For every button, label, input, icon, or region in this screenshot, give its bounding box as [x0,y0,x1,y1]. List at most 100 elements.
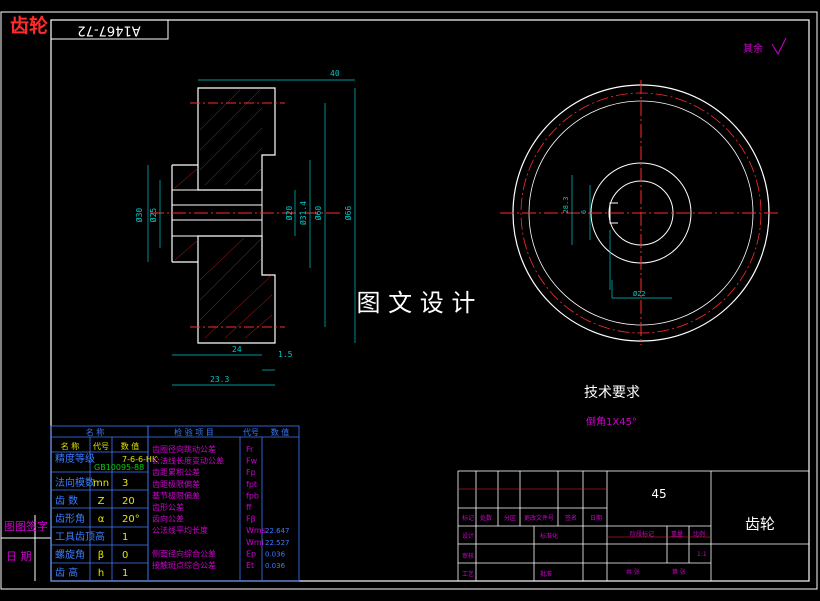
section-dimensions [147,79,356,386]
tol-name: 接触斑点综合公差 [152,560,216,570]
title-mark: 齿轮 [10,14,48,37]
tb-row-label: 标记 [462,514,474,522]
title-block-labels: 标记 处数 分区 更改文件号 签名 日期设计 标准化审核工艺 批准 阶段标记 重量 比例 1:1 共 张… [462,514,707,578]
tol-value: 0.036 [265,562,286,570]
tol-header-name: 检 验 项 目 [174,427,214,437]
dim-bore2: Ø22 [633,290,646,298]
title-block-red-lines [458,488,711,538]
engineering-drawing: 图图签字 日 期 齿轮 A1467-72 其余 Ø30 Ø25 Ø20 Ø31.… [0,11,818,590]
tol-code: Et [246,561,254,570]
tol-code: ff [246,503,252,512]
dim-d2: Ø66 [343,206,353,221]
tol-code: Fw [246,457,258,466]
param-code: α [98,514,105,525]
tol-name: 公法线长度变动公差 [152,456,224,466]
drawing-no: A1467-72 [77,23,140,38]
param-name: 精度等级 [55,452,95,465]
tech-req-item: 倒角1X45° [586,416,637,428]
param-name: 齿 数 [55,494,78,507]
tol-value: 22.527 [265,539,290,547]
tol-code: Wms [246,526,266,535]
tb-scale-value: 1:1 [697,551,707,558]
dim-d4: Ø25 [148,208,158,223]
tol-name: 齿圈径向跳动公差 [152,444,216,454]
tb-review: 审核 [462,552,474,560]
dim-w3: 23.3 [210,375,229,384]
dim-kw: 6 [580,210,588,214]
tol-name: 基节极限偏差 [152,490,200,500]
param-code: mn [93,478,109,489]
param-value: 0 [122,550,128,561]
tb-design: 设计 [462,532,474,540]
dim-kd: 28.3 [562,197,570,214]
tol-header-code: 代号 [243,427,259,437]
param-name: 法向模数 [55,476,95,489]
params-header-value: 数 值 [121,441,140,451]
tol-name: 齿距极限偏差 [152,479,200,489]
tb-row-label: 分区 [504,514,516,522]
side-label-a: 图图签字 [4,519,48,533]
watermark: 图 文 设 计 [357,289,476,317]
roughness-icon [771,37,787,56]
dim-c1: 1.5 [278,350,293,359]
tol-name: 公法线平均长度 [152,525,208,535]
tb-sheets: 共 张 [626,568,640,576]
tb-weight: 重量 [671,530,683,538]
params-header-name: 名 称 [61,441,80,451]
side-label-b: 日 期 [6,550,32,563]
dim-w2: 24 [232,345,242,354]
param-rows: 名 称代号数 值精度等级 7-6-6-HKGB10095-88法向模数mn 3齿 数… [55,441,158,579]
dim-side1: Ø31.4 [298,201,308,225]
tb-sheet-no: 第 张 [672,568,686,576]
tb-row-label: 签名 [565,514,577,522]
tech-req-heading: 技术要求 [584,385,640,401]
tol-value: 0.036 [265,550,286,558]
param-value: 1 [122,532,128,543]
tolerance-rows: 检 验 项 目 代号 数 值齿圈径向跳动公差 Fr 公法线长度变动公差 Fw 齿距累积公差 F… [152,427,290,570]
tol-code: Fβ [246,515,256,524]
tol-code: Fp [246,468,256,477]
tb-stage: 阶段标记 [630,530,654,538]
tol-name: 侧面径向综合公差 [152,548,216,558]
param-code: β [98,550,104,561]
param-name: 螺旋角 [55,548,85,561]
front-view [500,80,780,345]
dim-bore: Ø20 [284,206,294,221]
dim-w1: 40 [330,69,340,78]
tb-row-label: 日期 [590,514,602,522]
tol-code: fpb [246,491,259,500]
params-header-code: 代号 [93,441,109,451]
param-name: 齿 高 [55,566,78,579]
tb-approve: 批准 [540,570,552,578]
param-value: 20° [122,514,140,525]
tol-name: 齿形公差 [152,502,184,512]
tol-code: Ep [246,549,256,558]
param-name: 工具齿顶高 [55,530,105,543]
section-view [150,87,340,344]
param-name: 齿形角 [55,513,85,525]
front-dimensions [571,175,672,299]
param-code: Z [98,496,105,507]
roughness-note: 其余 [743,42,763,55]
material: 45 [651,487,666,501]
part-name: 齿轮 [745,515,775,533]
tol-code: Fr [246,445,254,454]
tb-standard: 标准化 [540,532,558,540]
tol-value: 22.647 [265,527,290,535]
tol-code: Wmi [246,538,264,547]
param-value: 20 [122,496,135,507]
tol-name: 齿距累积公差 [152,467,200,477]
tol-name: 齿向公差 [152,514,184,524]
tol-code: fpt [246,480,257,489]
param-value: 1 [122,568,128,579]
tb-scale: 比例 [693,530,705,538]
tb-row-label: 更改文件号 [524,514,554,522]
param-value: 3 [122,478,128,489]
dim-d1: Ø60 [313,206,323,221]
param-code: h [98,568,104,579]
tol-header-value: 数 值 [271,427,290,437]
tb-row-label: 处数 [480,514,492,522]
params-title: 名 称 [86,427,105,437]
param-value: GB10095-88 [94,463,144,472]
tb-process: 工艺 [462,570,474,578]
